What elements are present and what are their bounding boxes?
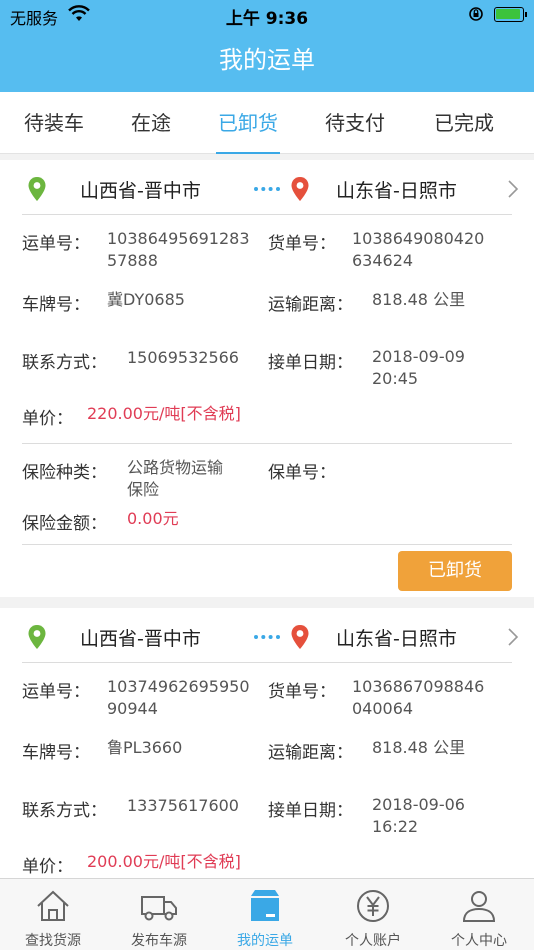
waybill-no-label: 运单号： [22, 682, 90, 702]
nav-personal-center[interactable]: 个人中心 [426, 879, 532, 950]
origin-city: 山西省-晋中市 [80, 180, 201, 202]
home-icon [37, 890, 69, 921]
yuan-coin-icon [357, 890, 389, 922]
nav-label: 个人账户 [345, 933, 401, 949]
accept-date-value: 2018-09-06 16:22 [372, 795, 465, 836]
nav-my-waybills[interactable]: 我的运单 [212, 879, 318, 950]
tab-in-transit[interactable]: 在途 [101, 92, 201, 154]
orientation-lock-icon [469, 7, 483, 21]
tab-pending-loading[interactable]: 待装车 [4, 92, 104, 154]
page-title: 我的运单 [219, 46, 315, 74]
insurance-type-label: 保险种类： [22, 463, 107, 483]
accept-date-label: 接单日期： [268, 801, 353, 821]
origin-pin-icon [28, 625, 46, 649]
insurance-amount-label: 保险金额： [22, 514, 107, 534]
tab-completed[interactable]: 已完成 [414, 92, 514, 154]
order-card[interactable]: 山西省-晋中市 山东省-日照市 运单号： 10374962695950 90944… [0, 608, 534, 878]
distance-value: 818.48 公里 [372, 738, 466, 757]
chevron-right-icon[interactable] [506, 179, 520, 199]
contact-label: 联系方式： [22, 353, 107, 373]
waybill-tabs: 待装车 在途 已卸货 待支付 已完成 [0, 92, 534, 154]
route-dots-icon [254, 187, 280, 191]
divider [22, 544, 512, 545]
battery-icon [494, 7, 527, 22]
route-row[interactable]: 山西省-晋中市 山东省-日照市 [0, 608, 534, 666]
cargo-no-label: 货单号： [268, 682, 336, 702]
route-dots-icon [254, 635, 280, 639]
insurance-amount-value: 0.00元 [127, 509, 179, 528]
divider [22, 214, 512, 215]
cargo-no-value: 1036867098846 040064 [352, 677, 485, 718]
distance-label: 运输距离： [268, 295, 353, 315]
origin-city: 山西省-晋中市 [80, 628, 201, 650]
divider [22, 443, 512, 444]
plate-label: 车牌号： [22, 743, 90, 763]
bottom-tab-bar: 查找货源 发布车源 我的运单 个人账户 个人中心 [0, 878, 534, 950]
insurance-type-value: 公路货物运输 保险 [127, 458, 224, 499]
plate-label: 车牌号： [22, 295, 90, 315]
tab-unloaded[interactable]: 已卸货 [198, 92, 298, 154]
truck-icon [141, 896, 177, 921]
destination-pin-icon [291, 177, 309, 201]
accept-date-label: 接单日期： [268, 353, 353, 373]
nav-find-cargo[interactable]: 查找货源 [0, 879, 106, 950]
destination-city: 山东省-日照市 [336, 628, 457, 650]
nav-label: 个人中心 [451, 933, 507, 949]
unit-price-value: 220.00元/吨[不含税] [87, 404, 241, 423]
divider [22, 662, 512, 663]
contact-label: 联系方式： [22, 801, 107, 821]
contact-value[interactable]: 13375617600 [127, 795, 239, 817]
distance-value: 818.48 公里 [372, 290, 466, 309]
unit-price-label: 单价： [22, 409, 73, 429]
contact-value[interactable]: 15069532566 [127, 347, 239, 369]
nav-label: 查找货源 [25, 933, 81, 949]
nav-publish-vehicle[interactable]: 发布车源 [106, 879, 212, 950]
cargo-no-label: 货单号： [268, 234, 336, 254]
origin-pin-icon [28, 177, 46, 201]
distance-label: 运输距离： [268, 743, 353, 763]
nav-label: 发布车源 [131, 933, 187, 949]
policy-no-label: 保单号： [268, 463, 336, 483]
plate-value: 冀DY0685 [107, 290, 185, 309]
destination-city: 山东省-日照市 [336, 180, 457, 202]
unit-price-label: 单价： [22, 857, 73, 877]
nav-personal-account[interactable]: 个人账户 [320, 879, 426, 950]
nav-label: 我的运单 [237, 933, 293, 949]
cargo-no-value: 1038649080420 634624 [352, 229, 485, 270]
route-row[interactable]: 山西省-晋中市 山东省-日照市 [0, 160, 534, 218]
accept-date-value: 2018-09-09 20:45 [372, 347, 465, 388]
clock: 上午 9:36 [225, 9, 309, 29]
user-icon [462, 891, 496, 922]
status-bar: 无服务 上午 9:36 [0, 0, 534, 30]
waybill-box-icon [251, 890, 279, 921]
waybill-no-label: 运单号： [22, 234, 90, 254]
unloaded-status-button[interactable]: 已卸货 [398, 551, 512, 591]
nav-bar: 我的运单 [0, 30, 534, 92]
destination-pin-icon [291, 625, 309, 649]
chevron-right-icon[interactable] [506, 627, 520, 647]
tab-pending-payment[interactable]: 待支付 [305, 92, 405, 154]
plate-value: 鲁PL3660 [107, 738, 183, 757]
waybill-no-value: 10374962695950 90944 [107, 677, 250, 718]
waybill-no-value: 10386495691283 57888 [107, 229, 250, 270]
unit-price-value: 200.00元/吨[不含税] [87, 852, 241, 871]
order-card[interactable]: 山西省-晋中市 山东省-日照市 运单号： 10386495691283 57888… [0, 160, 534, 597]
